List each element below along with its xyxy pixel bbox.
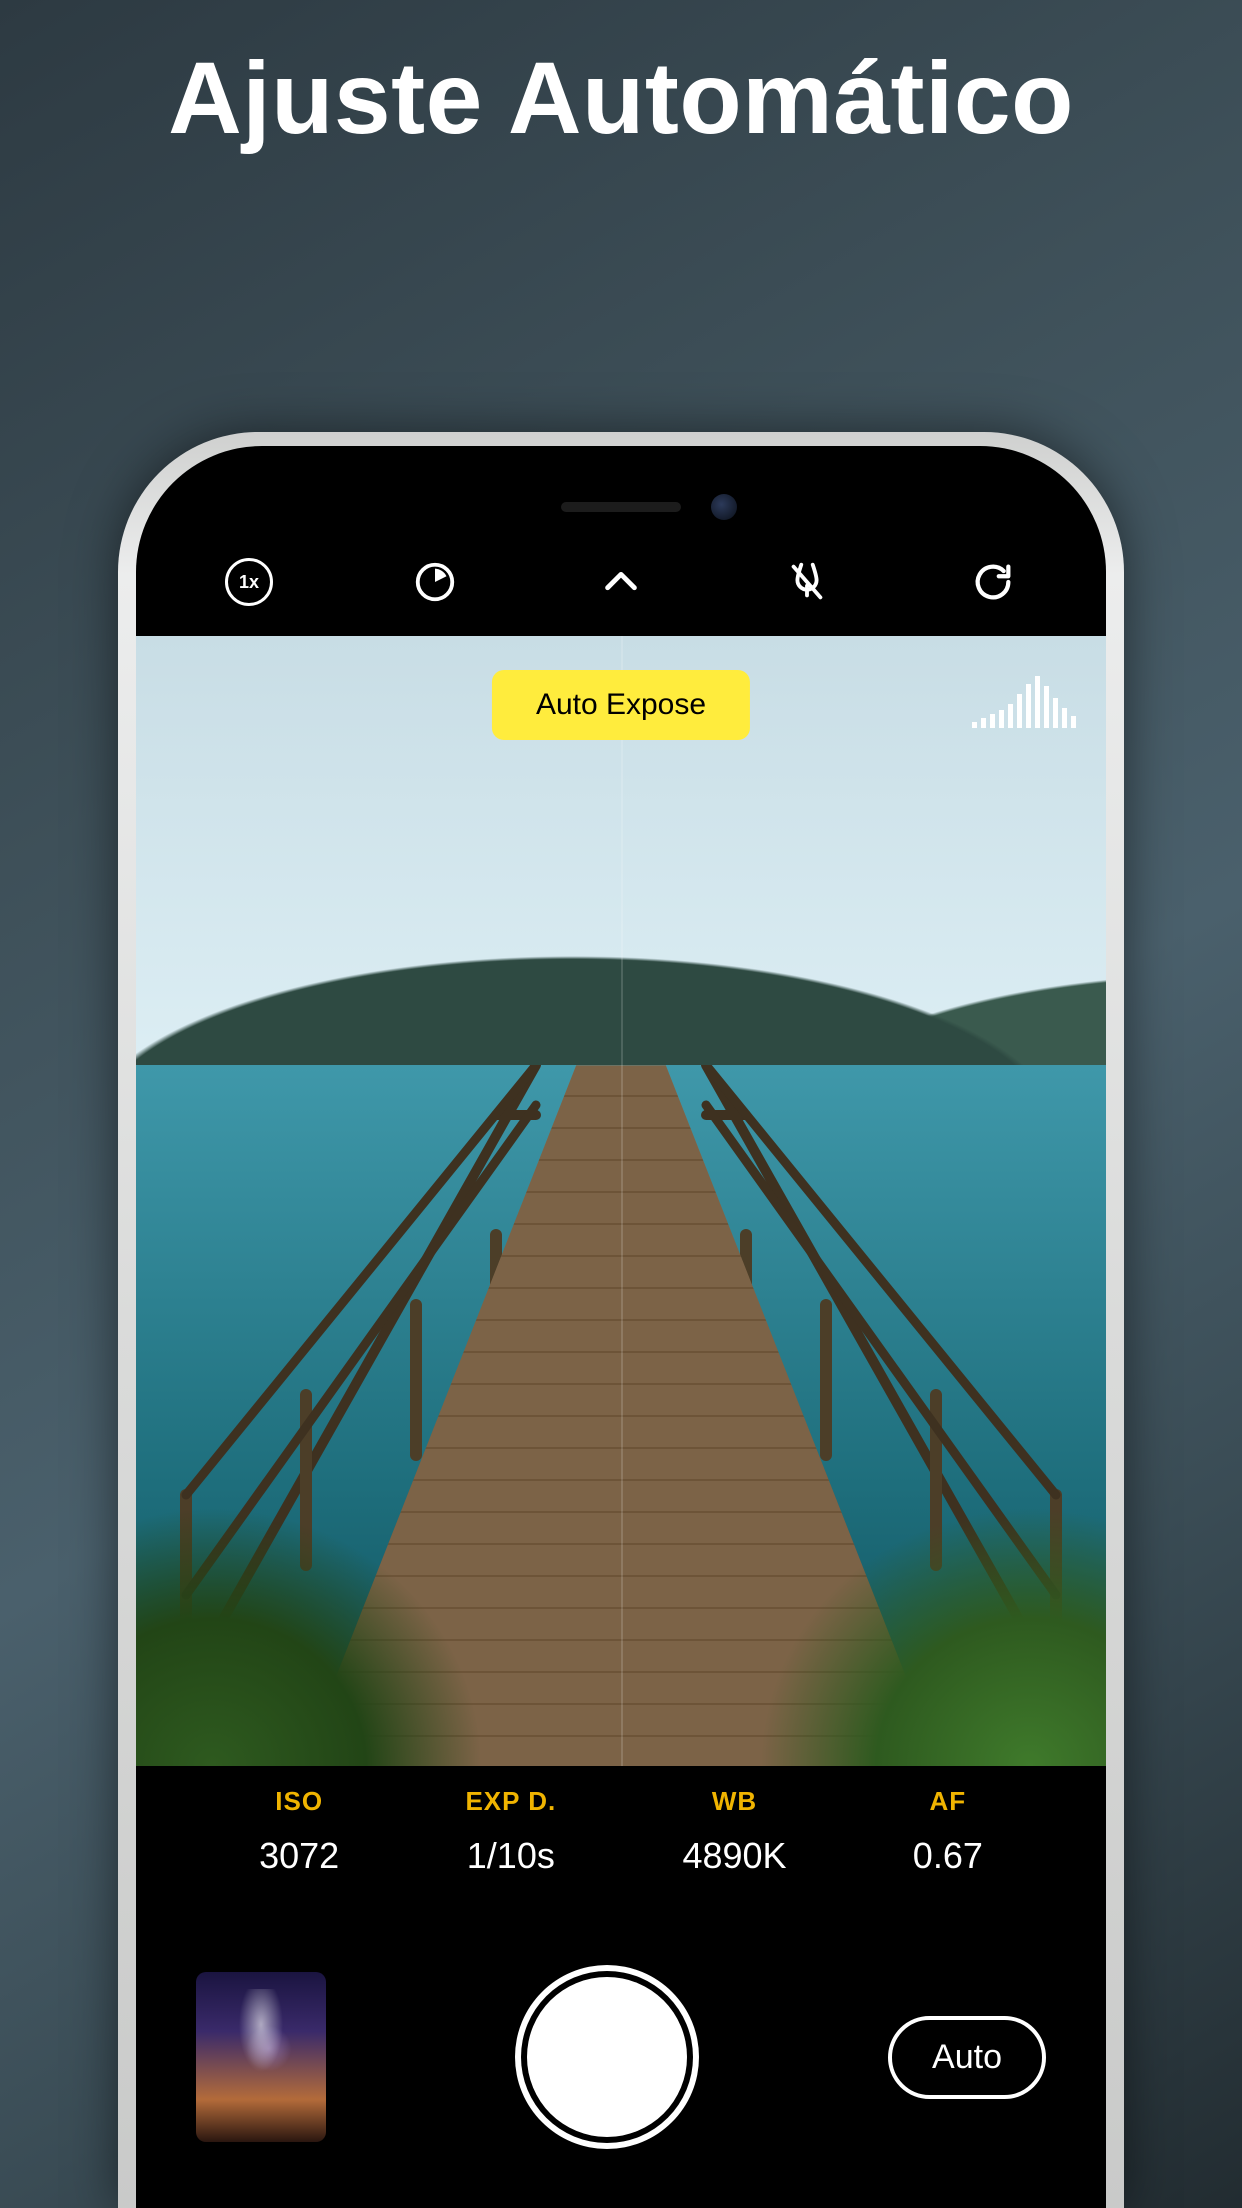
phone-screen: 1x bbox=[136, 446, 1106, 2208]
shutter-button[interactable] bbox=[527, 1977, 687, 2137]
timer-button[interactable] bbox=[408, 555, 462, 609]
param-value: 0.67 bbox=[913, 1835, 983, 1877]
gallery-thumbnail[interactable] bbox=[196, 1972, 326, 2142]
scene-grass bbox=[758, 1506, 1106, 1766]
flash-button[interactable] bbox=[780, 555, 834, 609]
param-value: 1/10s bbox=[465, 1835, 556, 1877]
chevron-up-icon bbox=[598, 559, 644, 605]
camera-viewfinder[interactable]: Auto Expose bbox=[136, 636, 1106, 1766]
zoom-button[interactable]: 1x bbox=[222, 555, 276, 609]
camera-bottom-toolbar: Auto bbox=[136, 1946, 1106, 2208]
param-label: EXP D. bbox=[465, 1786, 556, 1817]
compare-divider bbox=[621, 636, 623, 1766]
zoom-ring-icon: 1x bbox=[225, 558, 273, 606]
histogram-icon bbox=[972, 676, 1076, 728]
param-label: ISO bbox=[259, 1786, 339, 1817]
param-value: 3072 bbox=[259, 1835, 339, 1877]
flash-off-icon bbox=[784, 559, 830, 605]
camera-top-toolbar: 1x bbox=[136, 540, 1106, 624]
param-exposure-duration[interactable]: EXP D. 1/10s bbox=[465, 1786, 556, 1877]
phone-frame: 1x bbox=[118, 432, 1124, 2208]
param-iso[interactable]: ISO 3072 bbox=[259, 1786, 339, 1877]
promo-headline: Ajuste Automático bbox=[0, 40, 1242, 157]
scene-grass bbox=[136, 1506, 484, 1766]
mode-auto-button[interactable]: Auto bbox=[888, 2016, 1046, 2099]
auto-expose-badge: Auto Expose bbox=[492, 670, 750, 740]
param-label: AF bbox=[913, 1786, 983, 1817]
param-label: WB bbox=[682, 1786, 786, 1817]
device-front-camera bbox=[711, 494, 737, 520]
zoom-label: 1x bbox=[239, 572, 259, 593]
switch-camera-button[interactable] bbox=[966, 555, 1020, 609]
device-notch bbox=[471, 446, 771, 494]
param-autofocus[interactable]: AF 0.67 bbox=[913, 1786, 983, 1877]
device-speaker bbox=[561, 502, 681, 512]
timer-icon bbox=[412, 559, 458, 605]
param-white-balance[interactable]: WB 4890K bbox=[682, 1786, 786, 1877]
param-value: 4890K bbox=[682, 1835, 786, 1877]
expand-button[interactable] bbox=[594, 555, 648, 609]
exposure-params-row: ISO 3072 EXP D. 1/10s WB 4890K AF 0.67 bbox=[136, 1786, 1106, 1877]
switch-camera-icon bbox=[970, 559, 1016, 605]
